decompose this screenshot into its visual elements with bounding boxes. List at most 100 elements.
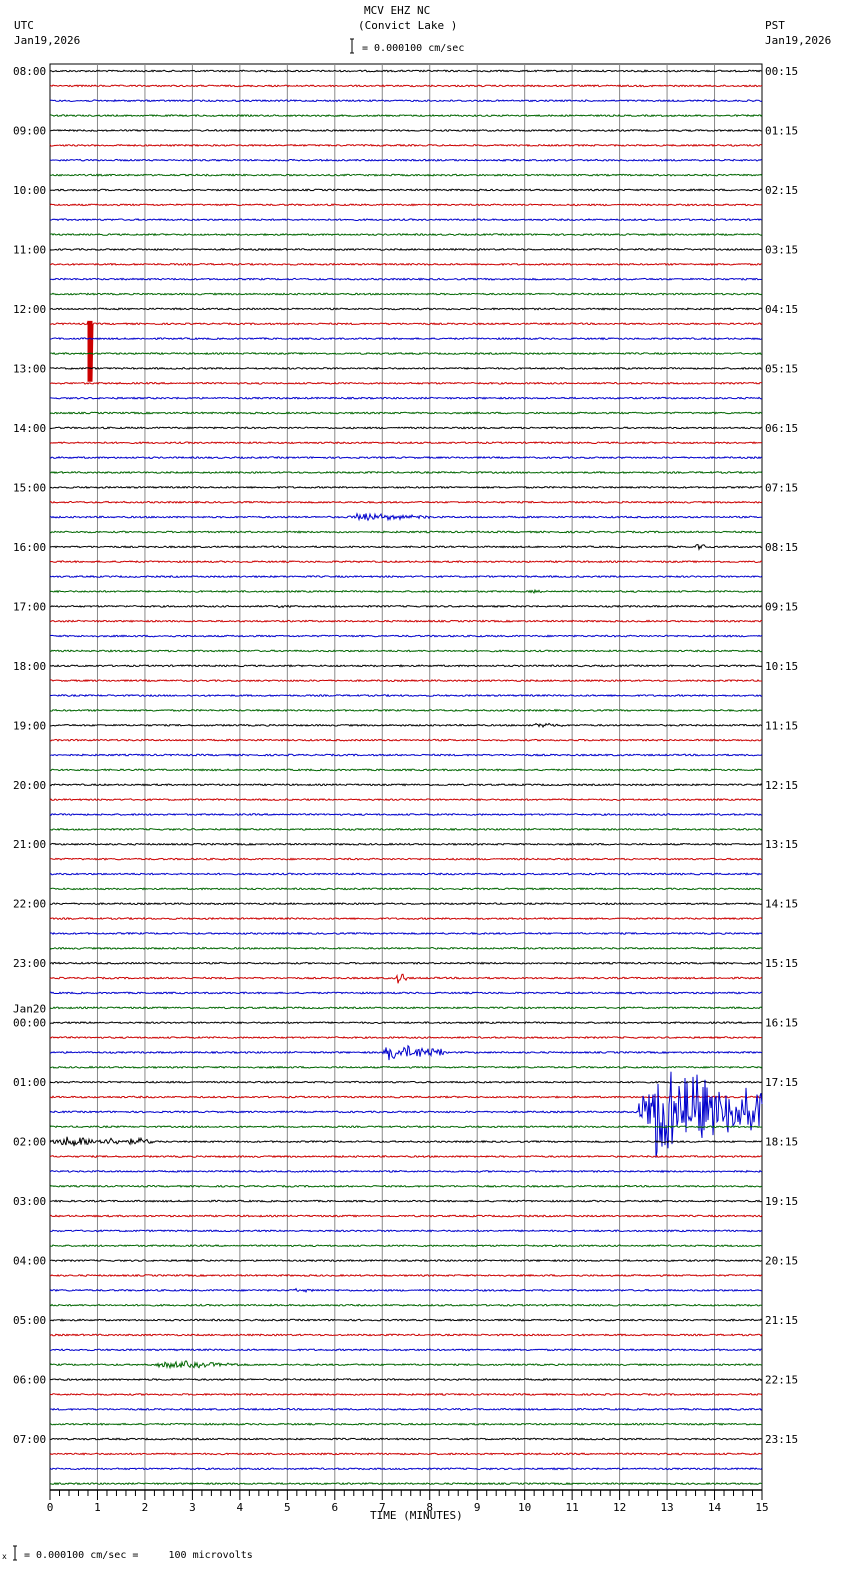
seismic-trace	[49, 455, 763, 460]
seismic-trace	[49, 158, 763, 162]
seismic-trace	[50, 1273, 763, 1278]
pst-hour-label: 01:15	[765, 124, 798, 137]
seismic-trace	[49, 1044, 763, 1061]
seismic-trace	[49, 337, 763, 341]
utc-hour-label: 00:00	[13, 1017, 46, 1030]
seismic-trace	[49, 1080, 763, 1084]
seismic-trace	[49, 512, 763, 522]
x-tick-label: 9	[474, 1501, 481, 1514]
seismic-trace	[49, 1035, 762, 1040]
seismic-trace	[49, 798, 763, 802]
utc-hour-label: 11:00	[13, 243, 46, 256]
seismic-trace	[49, 1422, 763, 1426]
seismic-trace	[49, 69, 763, 73]
utc-hour-label: 10:00	[13, 184, 46, 197]
utc-hour-label: 13:00	[13, 362, 46, 375]
utc-hour-label: 21:00	[13, 838, 46, 851]
seismic-trace	[49, 1482, 763, 1486]
pst-hour-label: 21:15	[765, 1314, 798, 1327]
seismic-trace	[49, 1333, 763, 1337]
pst-hour-label: 04:15	[765, 303, 798, 316]
x-tick-label: 12	[613, 1501, 626, 1514]
seismic-trace	[49, 708, 763, 713]
seismic-trace	[49, 588, 763, 595]
seismic-trace	[49, 902, 763, 906]
seismic-trace	[49, 753, 763, 757]
seismic-trace	[49, 277, 763, 281]
seismic-trace	[49, 99, 763, 103]
seismic-trace	[49, 1377, 763, 1382]
seismic-trace	[49, 426, 763, 430]
seismic-trace	[49, 1169, 762, 1174]
seismic-trace	[49, 946, 762, 950]
x-tick-label: 7	[379, 1501, 386, 1514]
seismic-trace	[49, 664, 763, 668]
utc-hour-label: 15:00	[13, 481, 46, 494]
utc-hour-label: 17:00	[13, 600, 46, 613]
x-tick-label: 3	[189, 1501, 196, 1514]
pst-hour-label: 03:15	[765, 243, 798, 256]
pst-hour-label: 18:15	[765, 1136, 798, 1149]
pst-hour-label: 14:15	[765, 898, 798, 911]
seismic-trace	[49, 916, 763, 921]
utc-hour-label: 03:00	[13, 1195, 46, 1208]
pst-hour-label: 02:15	[765, 184, 798, 197]
pst-hour-label: 07:15	[765, 481, 798, 494]
seismic-trace	[49, 1006, 763, 1010]
seismic-trace	[49, 634, 763, 638]
seismic-trace	[49, 500, 763, 504]
seismic-trace	[49, 143, 763, 147]
pst-hour-label: 09:15	[765, 600, 798, 613]
seismic-trace	[49, 544, 763, 552]
seismic-trace	[49, 1244, 763, 1248]
seismic-trace	[49, 1392, 763, 1397]
pst-hour-label: 06:15	[765, 422, 798, 435]
seismic-trace	[49, 351, 763, 356]
seismic-trace	[49, 991, 763, 995]
x-tick-label: 14	[708, 1501, 722, 1514]
utc-hour-label: 04:00	[13, 1255, 46, 1268]
seismic-trace	[49, 961, 762, 965]
x-tick-label: 8	[426, 1501, 433, 1514]
seismic-trace	[49, 842, 763, 846]
utc-hour-label: 09:00	[13, 124, 46, 137]
seismic-trace	[49, 1287, 763, 1294]
pst-hour-label: 11:15	[765, 719, 798, 732]
pst-hour-label: 08:15	[765, 541, 798, 554]
seismogram-plot: 08:00 09:00 10:00 11:00 12:00 13:00 14:00 15:00…	[13, 38, 798, 1561]
x-tick-label: 10	[518, 1501, 531, 1514]
x-tick-label: 4	[237, 1501, 244, 1514]
seismic-trace	[49, 232, 763, 237]
seismic-trace	[49, 872, 763, 876]
seismic-trace	[50, 320, 763, 382]
seismic-trace	[50, 396, 763, 400]
seismic-trace	[49, 218, 763, 222]
seismic-trace	[49, 530, 763, 534]
seismic-trace	[49, 1021, 763, 1025]
utc-hour-label: 02:00	[13, 1136, 46, 1149]
seismic-trace	[49, 827, 763, 832]
seismic-trace	[49, 768, 763, 772]
seismic-trace	[49, 1199, 763, 1203]
seismic-trace	[49, 1154, 763, 1159]
seismic-trace	[49, 1360, 763, 1370]
seismic-trace	[49, 1452, 763, 1456]
x-tick-label: 5	[284, 1501, 291, 1514]
seismic-trace	[49, 485, 763, 490]
utc-hour-label: 06:00	[13, 1374, 46, 1387]
utc-hour-label: 12:00	[13, 303, 46, 316]
seismic-trace	[49, 560, 763, 564]
utc-hour-label: 01:00	[13, 1076, 46, 1089]
seismic-trace	[50, 857, 763, 861]
utc-hour-label: 19:00	[13, 719, 46, 732]
seismic-trace	[49, 649, 763, 653]
utc-hour-label: 16:00	[13, 541, 46, 554]
utc-date-label: Jan20	[13, 1003, 46, 1016]
utc-hour-label: 14:00	[13, 422, 46, 435]
pst-hour-label: 15:15	[765, 957, 798, 970]
x-tick-label: 1	[94, 1501, 101, 1514]
seismic-trace	[49, 1071, 763, 1158]
pst-hour-label: 17:15	[765, 1076, 798, 1089]
seismic-trace	[49, 1229, 763, 1233]
seismic-trace	[49, 679, 762, 683]
